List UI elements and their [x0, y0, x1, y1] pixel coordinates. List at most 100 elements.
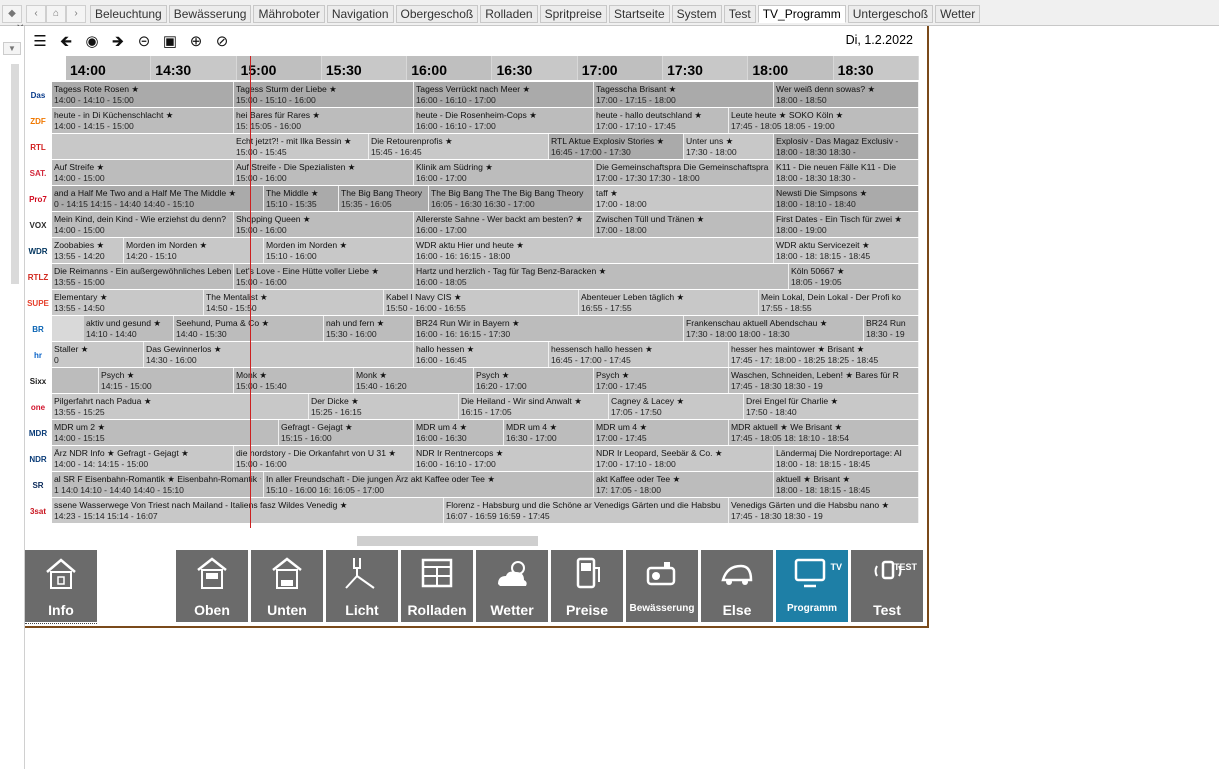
channel-logo-icon[interactable]: Pro7 [25, 186, 51, 212]
channel-logo-icon[interactable]: SUPE [25, 290, 51, 316]
program-cell[interactable]: WDR aktu Servicezeit ★ 18:00 - 18: 18:15 … [774, 238, 919, 263]
fit-icon[interactable]: ▣ [161, 33, 179, 51]
channel-logo-icon[interactable]: VOX [25, 212, 51, 238]
program-cell[interactable]: Psych ★ 14:15 - 15:00 [99, 368, 234, 393]
dock-wetter-button[interactable]: Wetter [476, 550, 548, 622]
program-cell[interactable]: Klinik am Südring ★ 16:00 - 17:00 [414, 160, 594, 185]
tab-bew-sserung[interactable]: Bewässerung [168, 5, 252, 23]
program-cell[interactable]: hei Bares für Rares ★ 15: 15:05 - 16:00 [234, 108, 414, 133]
dock-oben-button[interactable]: Oben [176, 550, 248, 622]
tab-beleuchtung[interactable]: Beleuchtung [90, 5, 167, 23]
home-icon[interactable]: ⌂ [46, 5, 66, 23]
tab-wetter[interactable]: Wetter [935, 5, 981, 23]
program-cell[interactable]: NDR Ir Leopard, Seebär & Co. ★ 17:00 - 17… [594, 446, 774, 471]
program-cell[interactable]: Explosiv - Das Magaz Exclusiv -18:00 - 1… [774, 134, 919, 159]
dock-preise-button[interactable]: Preise [551, 550, 623, 622]
program-cell[interactable]: Die Retourenprofis ★ 15:45 - 16:45 [369, 134, 549, 159]
program-cell[interactable]: Psych ★ 16:20 - 17:00 [474, 368, 594, 393]
program-cell[interactable] [52, 368, 99, 393]
dock-bew-sserung-button[interactable]: Bewässerung [626, 550, 698, 622]
channel-logo-icon[interactable]: NDR [25, 446, 51, 472]
program-cell[interactable]: Zwischen Tüll und Tränen ★ 17:00 - 18:00 [594, 212, 774, 237]
program-cell[interactable]: MDR aktuell ★ We Brisant ★ 17:45 - 18:05 … [729, 420, 919, 445]
program-cell[interactable]: Let's Love - Eine Hütte voller Liebe ★ 15… [234, 264, 414, 289]
gutter-dropdown-icon[interactable]: ▼ [3, 42, 21, 55]
chevron-right-icon[interactable]: › [66, 5, 86, 23]
program-cell[interactable]: al SR F Eisenbahn-Romantik ★ Eisenbahn-R… [52, 472, 264, 497]
tab-obergescho-[interactable]: Obergeschoß [395, 5, 479, 23]
program-cell[interactable]: Zoobabies ★ 13:55 - 14:20 [52, 238, 124, 263]
program-cell[interactable]: Die Heiland - Wir sind Anwalt ★ 16:15 - 1… [459, 394, 609, 419]
program-cell[interactable]: die nordstory - Die Orkanfahrt von U 31 … [234, 446, 414, 471]
channel-logo-icon[interactable]: 3sat [25, 498, 51, 524]
program-cell[interactable]: Wer weiß denn sowas? ★ 18:00 - 18:50 [774, 82, 919, 107]
dock-rolladen-button[interactable]: Rolladen [401, 550, 473, 622]
program-cell[interactable]: MDR um 4 ★ 17:00 - 17:45 [594, 420, 729, 445]
vertical-scrollbar[interactable] [11, 64, 19, 284]
program-cell[interactable]: Allererste Sahne - Wer backt am besten? … [414, 212, 594, 237]
program-cell[interactable]: Pilgerfahrt nach Padua ★ 13:55 - 15:25 [52, 394, 309, 419]
program-cell[interactable]: BR24 Run Wir in Bayern ★ 16:00 - 16: 16:1… [414, 316, 684, 341]
arrow-right-icon[interactable]: 🡺 [109, 33, 127, 51]
channel-logo-icon[interactable]: WDR [25, 238, 51, 264]
channel-logo-icon[interactable]: SAT. [25, 160, 51, 186]
program-cell[interactable]: Monk ★ 15:00 - 15:40 [234, 368, 354, 393]
dock-unten-button[interactable]: Unten [251, 550, 323, 622]
program-cell[interactable]: Kabel I Navy CIS ★ 15:50 - 16:00 - 16:55 [384, 290, 579, 315]
tab-navigation[interactable]: Navigation [326, 5, 394, 23]
dock-test-button[interactable]: TEST Test [851, 550, 923, 622]
zoom-out-icon[interactable]: ⊝ [135, 33, 153, 51]
tab-system[interactable]: System [671, 5, 722, 23]
program-cell[interactable]: Shopping Queen ★ 15:00 - 16:00 [234, 212, 414, 237]
channel-logo-icon[interactable]: one [25, 394, 51, 420]
program-cell[interactable]: Hartz und herzlich - Tag für Tag Benz-Ba… [414, 264, 789, 289]
zoom-in-icon[interactable]: ⊕ [187, 33, 205, 51]
channel-logo-icon[interactable]: RTLZ [25, 264, 51, 290]
dock-licht-button[interactable]: Licht [326, 550, 398, 622]
program-cell[interactable]: aktuell ★ Brisant ★ 18:00 - 18: 18:15 - 1… [774, 472, 919, 497]
program-cell[interactable]: Morden im Norden ★ 14:20 - 15:10 [124, 238, 264, 263]
channel-logo-icon[interactable]: Das [25, 82, 51, 108]
program-cell[interactable]: Das Gewinnerlos ★ 14:30 - 16:00 [144, 342, 414, 367]
program-cell[interactable]: Morden im Norden ★ 15:10 - 16:00 [264, 238, 414, 263]
tab-m-hroboter[interactable]: Mähroboter [253, 5, 325, 23]
program-cell[interactable]: Elementary ★ 13:55 - 14:50 [52, 290, 204, 315]
program-cell[interactable]: aktiv und gesund ★ 14:10 - 14:40 [84, 316, 174, 341]
program-cell[interactable]: Cagney & Lacey ★ 17:05 - 17:50 [609, 394, 744, 419]
program-cell[interactable]: Mein Kind, dein Kind - Wie erziehst du d… [52, 212, 234, 237]
channel-logo-icon[interactable]: SR [25, 472, 51, 498]
program-cell[interactable]: K11 - Die neuen Fälle K11 - Die 18:00 - 1… [774, 160, 919, 185]
program-cell[interactable]: BR24 Run 18:30 - 19 [864, 316, 919, 341]
tab-spritpreise[interactable]: Spritpreise [539, 5, 607, 23]
program-cell[interactable]: Seehund, Puma & Co ★ 14:40 - 15:30 [174, 316, 324, 341]
program-cell[interactable]: nah und fern ★ 15:30 - 16:00 [324, 316, 414, 341]
hide-icon[interactable]: ⊘ [213, 33, 231, 51]
program-cell[interactable]: Tagess Verrückt nach Meer ★ 16:00 - 16:10… [414, 82, 594, 107]
program-cell[interactable]: WDR aktu Hier und heute ★ 16:00 - 16: 16:… [414, 238, 774, 263]
program-cell[interactable]: MDR um 4 ★ 16:30 - 17:00 [504, 420, 594, 445]
dock-programm-button[interactable]: TV Programm [776, 550, 848, 622]
arrow-left-icon[interactable]: 🡸 [57, 33, 75, 51]
program-cell[interactable]: MDR um 4 ★ 16:00 - 16:30 [414, 420, 504, 445]
now-icon[interactable]: ◉ [83, 33, 101, 51]
program-cell[interactable]: Frankenschau aktuell Abendschau ★ 17:30 -… [684, 316, 864, 341]
program-cell[interactable]: The Big Bang Theory 15:35 - 16:05 [339, 186, 429, 211]
program-cell[interactable]: Mein Lokal, Dein Lokal - Der Profi ko 17:… [759, 290, 919, 315]
program-cell[interactable]: heute - in Di Küchenschlacht ★ 14:00 - 14… [52, 108, 234, 133]
program-cell[interactable]: Die Reimanns - Ein außergewöhnliches Leb… [52, 264, 234, 289]
program-cell[interactable]: Leute heute ★ SOKO Köln ★ 17:45 - 18:05 1… [729, 108, 919, 133]
program-cell[interactable]: Abenteuer Leben täglich ★ 16:55 - 17:55 [579, 290, 759, 315]
dock-info-button[interactable]: Info [25, 550, 97, 624]
horizontal-scrollbar[interactable] [357, 536, 538, 546]
program-cell[interactable]: Ärz NDR Info ★ Gefragt - Gejagt ★ 14:00 -… [52, 446, 234, 471]
pin-icon[interactable]: ◆ [2, 5, 22, 23]
channel-logo-icon[interactable]: Sixx [25, 368, 51, 394]
program-cell[interactable]: Echt jetzt?! - mit Ilka Bessin ★ 15:00 - … [234, 134, 369, 159]
program-cell[interactable]: Auf Streife ★ 14:00 - 15:00 [52, 160, 234, 185]
tab-startseite[interactable]: Startseite [608, 5, 670, 23]
program-cell[interactable]: Psych ★ 17:00 - 17:45 [594, 368, 729, 393]
program-cell[interactable]: Monk ★ 15:40 - 16:20 [354, 368, 474, 393]
channel-logo-icon[interactable]: ZDF [25, 108, 51, 134]
channel-logo-icon[interactable]: BR [25, 316, 51, 342]
program-cell[interactable]: Tagess Sturm der Liebe ★ 15:00 - 15:10 - … [234, 82, 414, 107]
